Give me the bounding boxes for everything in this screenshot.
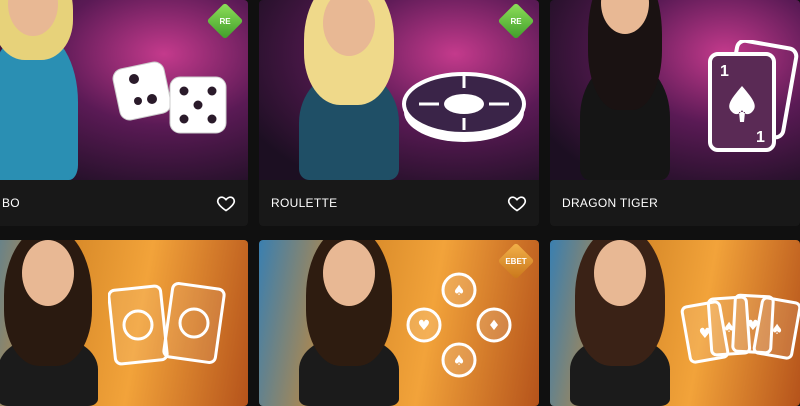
game-art: ♠ ♥ ♦ ♠	[259, 240, 539, 406]
svg-text:♦: ♦	[488, 318, 501, 334]
svg-text:♥: ♥	[747, 318, 760, 334]
dealer-image	[580, 0, 670, 180]
dealer-image	[0, 0, 78, 180]
roulette-wheel-icon	[402, 72, 526, 142]
provider-badge: RE	[206, 2, 244, 40]
provider-badge: RE	[497, 2, 535, 40]
svg-text:1: 1	[756, 129, 765, 146]
poker-chips-icon: ♠ ♥ ♦ ♠	[406, 272, 512, 378]
game-title: ROULETTE	[271, 196, 338, 210]
favorite-heart-icon[interactable]	[216, 193, 236, 213]
dealer-image	[299, 240, 399, 406]
game-art	[259, 0, 539, 180]
svg-text:♠: ♠	[453, 353, 466, 369]
game-tile[interactable]: ♠ ♥ ♦ ♠ EBET	[259, 240, 539, 406]
game-tile-roulette[interactable]: RE ROULETTE	[259, 0, 539, 226]
favorite-heart-icon[interactable]	[507, 193, 527, 213]
svg-text:1: 1	[720, 63, 729, 80]
game-tile[interactable]	[0, 240, 248, 406]
game-grid: RE BO RE ROULETTE 1 1 DRAGON TIGER ♠ ♥ ♦…	[0, 0, 800, 406]
game-art	[0, 240, 248, 406]
game-art: 1 1	[550, 0, 800, 180]
game-caption: DRAGON TIGER	[550, 180, 800, 226]
svg-text:♠: ♠	[453, 283, 466, 299]
provider-badge: EBET	[497, 242, 535, 280]
game-tile-dragon-tiger[interactable]: 1 1 DRAGON TIGER	[550, 0, 800, 226]
game-caption: BO	[0, 180, 248, 226]
game-title: BO	[2, 196, 20, 210]
dealer-image	[299, 0, 399, 180]
svg-text:♠: ♠	[771, 322, 784, 338]
game-title: DRAGON TIGER	[562, 196, 659, 210]
dealer-image	[570, 240, 670, 406]
svg-text:♥: ♥	[699, 326, 712, 342]
dragon-tiger-cards-icon	[108, 282, 226, 366]
game-tile[interactable]: ♥ ♠ ♥ ♠	[550, 240, 800, 406]
fanned-cards-icon: ♥ ♠ ♥ ♠	[680, 293, 800, 364]
game-caption: ROULETTE	[259, 180, 539, 226]
playing-cards-icon: 1 1	[708, 40, 799, 152]
game-tile-sic-bo[interactable]: RE BO	[0, 0, 248, 226]
game-art	[0, 0, 248, 180]
game-art: ♥ ♠ ♥ ♠	[550, 240, 800, 406]
dice-icon	[112, 61, 227, 134]
svg-text:♠: ♠	[723, 320, 736, 336]
svg-text:♥: ♥	[418, 318, 431, 334]
dealer-image	[0, 240, 98, 406]
